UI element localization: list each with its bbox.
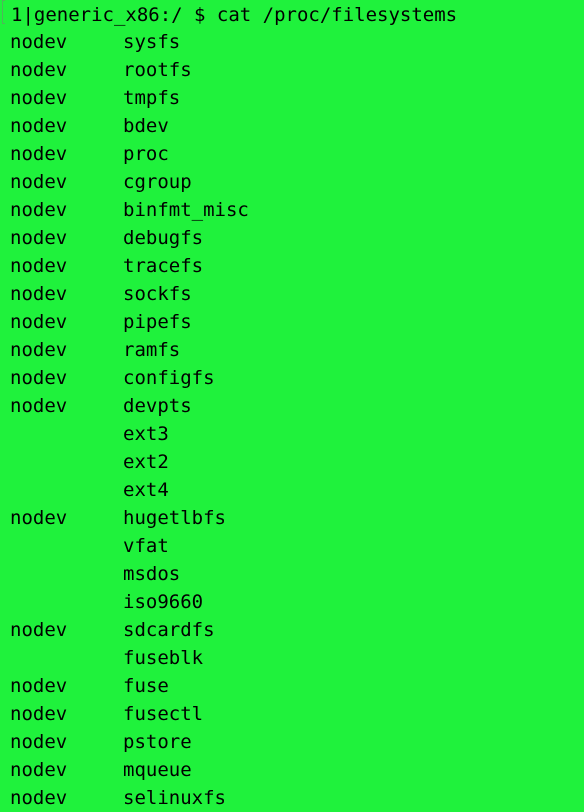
output-row: nodev bdev [10, 112, 584, 140]
output-row: nodev proc [10, 140, 584, 168]
output-row: nodev fuse [10, 672, 584, 700]
command-output: nodev sysfs nodev rootfs nodev tmpfs nodev bdev… [10, 28, 584, 812]
filesystem-name: rootfs [123, 59, 192, 81]
device-flag: nodev [10, 759, 68, 781]
filesystem-name: ext2 [123, 451, 169, 473]
device-flag: nodev [10, 199, 68, 221]
device-flag: nodev [10, 227, 68, 249]
filesystem-name: cgroup [123, 171, 192, 193]
device-flag: nodev [10, 339, 68, 361]
output-row: ext4 [10, 476, 584, 504]
filesystem-name: debugfs [123, 227, 204, 249]
output-row: msdos [10, 560, 584, 588]
output-row: ext2 [10, 448, 584, 476]
output-row: nodev pipefs [10, 308, 584, 336]
filesystem-name: sysfs [123, 31, 181, 53]
filesystem-name: fuse [123, 675, 169, 697]
device-flag: nodev [10, 115, 68, 137]
filesystem-name: proc [123, 143, 169, 165]
cursor-bracket-icon [2, 0, 5, 24]
device-flag: nodev [10, 367, 68, 389]
output-row: nodev devpts [10, 392, 584, 420]
output-row: nodev configfs [10, 364, 584, 392]
output-row: nodev pstore [10, 728, 584, 756]
filesystem-name: ext4 [123, 479, 169, 501]
command-prompt-line: 1|generic_x86:/ $ cat /proc/filesystems [2, 0, 584, 28]
command-text: 1|generic_x86:/ $ cat /proc/filesystems [11, 4, 458, 26]
filesystem-name: sdcardfs [123, 619, 215, 641]
device-flag: nodev [10, 31, 68, 53]
terminal-window[interactable]: 1|generic_x86:/ $ cat /proc/filesystems … [0, 0, 584, 810]
filesystem-name: ramfs [123, 339, 181, 361]
filesystem-name: selinuxfs [123, 787, 226, 809]
device-flag: nodev [10, 619, 68, 641]
output-row: nodev ramfs [10, 336, 584, 364]
output-row: nodev sdcardfs [10, 616, 584, 644]
output-row: nodev selinuxfs [10, 784, 584, 812]
filesystem-name: ext3 [123, 423, 169, 445]
filesystem-name: bdev [123, 115, 169, 137]
device-flag: nodev [10, 171, 68, 193]
output-row: nodev tmpfs [10, 84, 584, 112]
device-flag: nodev [10, 59, 68, 81]
filesystem-name: mqueue [123, 759, 192, 781]
output-row: nodev debugfs [10, 224, 584, 252]
device-flag: nodev [10, 507, 68, 529]
output-row: fuseblk [10, 644, 584, 672]
device-flag: nodev [10, 787, 68, 809]
filesystem-name: vfat [123, 535, 169, 557]
device-flag: nodev [10, 311, 68, 333]
device-flag: nodev [10, 143, 68, 165]
output-row: nodev mqueue [10, 756, 584, 784]
filesystem-name: pipefs [123, 311, 192, 333]
output-row: nodev sockfs [10, 280, 584, 308]
filesystem-name: msdos [123, 563, 181, 585]
filesystem-name: configfs [123, 367, 215, 389]
output-row: nodev rootfs [10, 56, 584, 84]
output-row: ext3 [10, 420, 584, 448]
device-flag: nodev [10, 395, 68, 417]
filesystem-name: fuseblk [123, 647, 204, 669]
device-flag: nodev [10, 703, 68, 725]
device-flag: nodev [10, 675, 68, 697]
filesystem-name: hugetlbfs [123, 507, 226, 529]
output-row: nodev sysfs [10, 28, 584, 56]
device-flag: nodev [10, 731, 68, 753]
device-flag: nodev [10, 255, 68, 277]
filesystem-name: devpts [123, 395, 192, 417]
output-row: iso9660 [10, 588, 584, 616]
filesystem-name: pstore [123, 731, 192, 753]
filesystem-name: iso9660 [123, 591, 204, 613]
filesystem-name: tracefs [123, 255, 204, 277]
output-row: vfat [10, 532, 584, 560]
filesystem-name: tmpfs [123, 87, 181, 109]
output-row: nodev hugetlbfs [10, 504, 584, 532]
output-row: nodev fusectl [10, 700, 584, 728]
device-flag: nodev [10, 283, 68, 305]
filesystem-name: binfmt_misc [123, 199, 249, 221]
output-row: nodev tracefs [10, 252, 584, 280]
output-row: nodev binfmt_misc [10, 196, 584, 224]
output-row: nodev cgroup [10, 168, 584, 196]
device-flag: nodev [10, 87, 68, 109]
filesystem-name: fusectl [123, 703, 204, 725]
filesystem-name: sockfs [123, 283, 192, 305]
